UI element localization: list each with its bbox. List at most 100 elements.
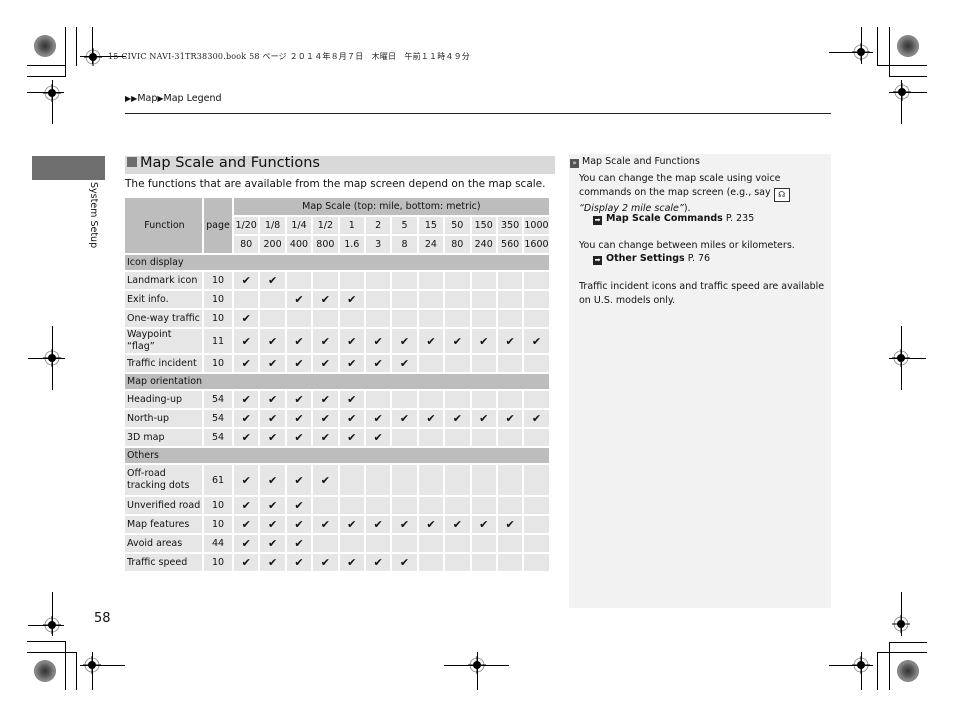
link-page: P. 235 [725,213,755,224]
scale-cell: ✔ [313,329,338,353]
checkmark-icon: ✔ [267,274,278,287]
scale-metric: 800 [313,236,338,253]
scale-metric: 1.6 [339,236,364,253]
scale-cell: ✔ [260,410,285,427]
scale-cell [365,272,391,289]
checkmark-icon: ✔ [267,334,278,348]
scale-metric: 400 [286,236,312,253]
link-label[interactable]: Map Scale Commands [606,213,723,224]
scale-cell [418,310,444,327]
scale-cell [445,272,470,289]
scale-mile: 1/8 [260,217,285,234]
section-title: Map Scale and Functions [127,155,320,171]
scale-cell: ✔ [524,410,549,427]
checkmark-icon: ✔ [294,556,304,569]
scale-cell: ✔ [339,516,364,533]
group-row: Others [125,448,549,463]
crop-mark [27,641,66,642]
chapter-tab[interactable] [32,156,105,180]
scale-cell: ✔ [234,465,259,495]
scale-cell [418,272,444,289]
checkmark-icon: ✔ [452,334,462,348]
page-ref: 54 [204,410,232,427]
link-map-scale-commands[interactable]: ➡ Map Scale Commands P. 235 [593,213,754,225]
checkmark-icon: ✔ [267,499,278,512]
scale-cell: ✔ [260,355,285,372]
side-note-paragraph-3: Traffic incident icons and traffic speed… [579,281,825,306]
breadcrumb-item-map[interactable]: Map [137,93,157,104]
crop-mark [877,27,878,66]
scale-cell: ✔ [260,465,285,495]
function-name: Waypoint “flag” [125,329,202,353]
link-other-settings[interactable]: ➡ Other Settings P. 76 [593,253,710,265]
scale-cell: ✔ [234,497,259,514]
crop-mark [65,27,66,76]
scale-cell: ✔ [234,429,259,446]
checkmark-icon: ✔ [320,412,330,425]
scale-cell [418,554,444,571]
scale-cell [260,291,285,308]
scale-cell [339,497,364,514]
scale-cell [497,272,523,289]
scale-cell: ✔ [234,329,259,353]
crop-mark [861,652,862,690]
scale-cell: ✔ [365,516,391,533]
scale-cell [392,391,417,408]
scale-cell [471,535,496,552]
scale-cell: ✔ [234,391,259,408]
checkmark-icon: ✔ [294,293,304,306]
scale-cell: ✔ [286,465,312,495]
scale-cell: ✔ [418,410,444,427]
checkmark-icon: ✔ [399,518,410,531]
scale-cell: ✔ [339,429,364,446]
reference-arrow-icon: ➡ [593,256,602,265]
header-function: Function [125,198,202,253]
breadcrumb-item-map-legend[interactable]: Map Legend [164,93,222,104]
table-row: Heading-up 54 ✔ ✔ ✔ ✔ ✔ [125,391,549,408]
crop-mark [76,27,77,66]
scale-cell: ✔ [365,355,391,372]
scale-cell [392,535,417,552]
scale-cell: ✔ [313,429,338,446]
function-name: Off-road tracking dots [125,465,202,495]
scale-cell: ✔ [339,391,364,408]
checkmark-icon: ✔ [267,431,278,444]
scale-cell: ✔ [286,535,312,552]
crop-mark [829,52,873,53]
scale-cell [365,465,391,495]
scale-metric: 3 [365,236,391,253]
checkmark-icon: ✔ [399,357,410,370]
scale-cell [313,272,338,289]
scale-cell: ✔ [339,291,364,308]
chapter-tab-label: System Setup [88,182,99,249]
scale-cell [365,391,391,408]
link-label[interactable]: Other Settings [606,253,685,264]
map-scale-table: Function page Map Scale (top: mile, bottom… [123,196,551,573]
color-target-icon [34,35,56,57]
checkmark-icon: ✔ [505,518,515,531]
scale-mile: 150 [471,217,496,234]
scale-cell: ✔ [286,554,312,571]
scale-cell [497,535,523,552]
crop-mark [92,652,93,690]
scale-cell [392,310,417,327]
scale-cell: ✔ [260,535,285,552]
scale-mile: 1/2 [313,217,338,234]
checkmark-icon: ✔ [294,412,304,425]
crop-mark [877,65,927,66]
checkmark-icon: ✔ [294,393,304,406]
header-divider [125,113,831,114]
scale-cell [471,429,496,446]
group-row: Map orientation [125,374,549,389]
para1-end: ). [683,202,691,214]
scale-metric: 80 [234,236,259,253]
checkmark-icon: ✔ [320,293,330,306]
scale-metric: 240 [471,236,496,253]
checkmark-icon: ✔ [294,518,304,531]
checkmark-icon: ✔ [241,518,251,531]
page-ref: 44 [204,535,232,552]
checkmark-icon: ✔ [241,431,251,444]
page-ref: 10 [204,291,232,308]
page-ref: 54 [204,391,232,408]
page-ref: 10 [204,310,232,327]
